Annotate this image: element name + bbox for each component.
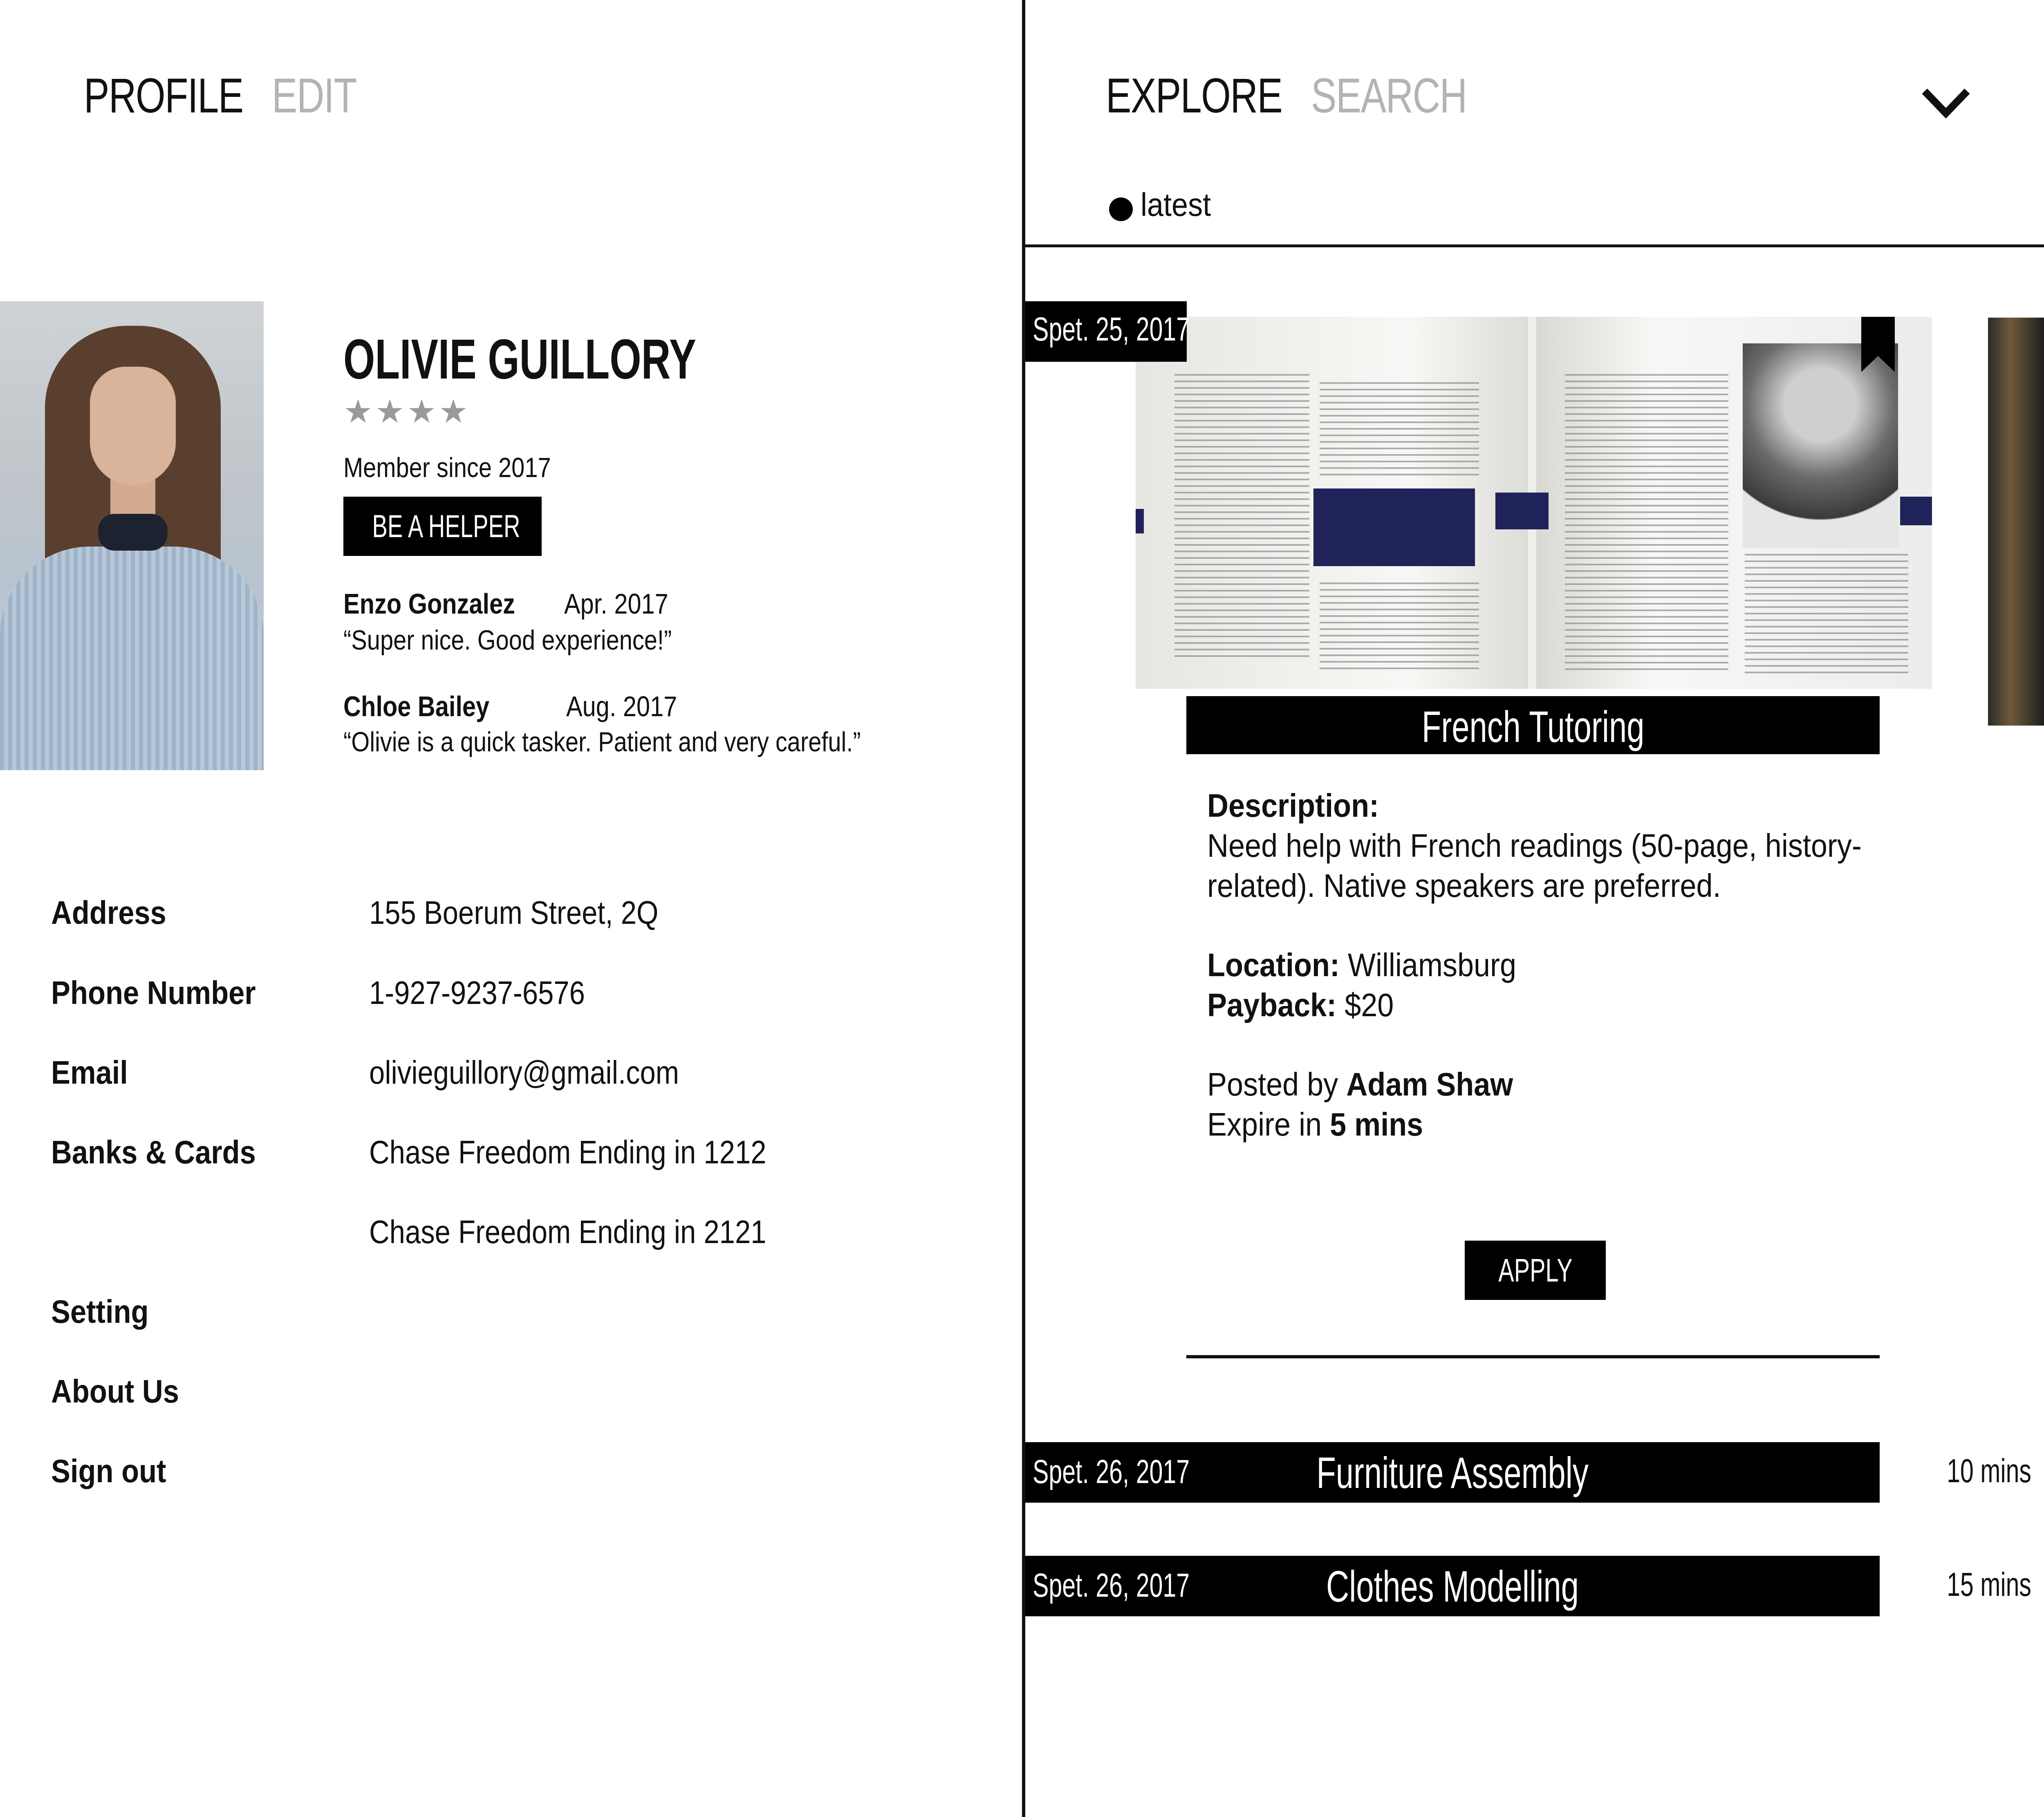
featured-date-tag: Spet. 25, 2017 — [1025, 301, 1190, 362]
member-since: Member since 2017 — [343, 452, 551, 483]
profile-name: OLIVIE GUILLORY — [343, 328, 696, 391]
latest-filter-dot-icon — [1109, 197, 1133, 221]
address-label: Address — [51, 894, 166, 931]
latest-filter[interactable]: latest — [1141, 186, 1211, 224]
task-title: Furniture Assembly — [1316, 1448, 1589, 1497]
bank-card-item[interactable]: Chase Freedom Ending in 1212 — [369, 1134, 766, 1171]
task-time-remaining: 15 mins — [1947, 1566, 2031, 1603]
be-a-helper-label: BE A HELPER — [372, 508, 520, 544]
tab-search[interactable]: SEARCH — [1311, 67, 1467, 124]
payback: Payback: $20 — [1207, 987, 1394, 1023]
featured-task-title: French Tutoring — [1421, 702, 1645, 751]
task-time-remaining: 10 mins — [1947, 1452, 2031, 1490]
apply-button[interactable]: APPLY — [1465, 1241, 1606, 1300]
task-item[interactable]: Spet. 26, 2017 Furniture Assembly — [1025, 1442, 1880, 1503]
featured-date: Spet. 25, 2017 — [1033, 311, 1190, 348]
phone-value: 1-927-9237-6576 — [369, 975, 585, 1011]
next-task-image[interactable] — [1988, 318, 2044, 726]
review-text: “Olivie is a quick tasker. Patient and v… — [343, 726, 861, 757]
address-value: 155 Boerum Street, 2Q — [369, 894, 659, 931]
location: Location: Williamsburg — [1207, 947, 1517, 983]
phone-label: Phone Number — [51, 975, 256, 1011]
menu-setting[interactable]: Setting — [51, 1293, 149, 1331]
card-divider — [1186, 1355, 1880, 1358]
description-text: related). Native speakers are preferred. — [1207, 867, 1721, 904]
bank-card-item[interactable]: Chase Freedom Ending in 2121 — [369, 1213, 766, 1251]
menu-sign-out[interactable]: Sign out — [51, 1452, 166, 1490]
featured-task-title-bar[interactable]: French Tutoring — [1186, 696, 1880, 754]
email-value: olivieguillory@gmail.com — [369, 1054, 679, 1091]
tab-explore[interactable]: EXPLORE — [1106, 67, 1283, 124]
profile-photo — [0, 301, 264, 770]
rating-stars-icon: ★★★★ — [343, 393, 471, 430]
posted-by: Posted by Adam Shaw — [1207, 1066, 1513, 1102]
description-text: Need help with French readings (50-page,… — [1207, 827, 1862, 864]
task-title: Clothes Modelling — [1326, 1562, 1579, 1611]
tab-edit[interactable]: EDIT — [272, 67, 357, 124]
review-author: Enzo Gonzalez — [343, 588, 515, 620]
apply-label: APPLY — [1498, 1252, 1573, 1288]
review-text: “Super nice. Good experience!” — [343, 625, 672, 656]
expire-in: Expire in 5 mins — [1207, 1106, 1423, 1143]
explore-header-rule — [1025, 244, 2044, 247]
chevron-down-icon[interactable] — [1921, 88, 1970, 121]
menu-about-us[interactable]: About Us — [51, 1373, 179, 1410]
email-label: Email — [51, 1054, 128, 1091]
review-date: Aug. 2017 — [566, 690, 677, 722]
be-a-helper-button[interactable]: BE A HELPER — [343, 497, 542, 556]
banks-cards-label: Banks & Cards — [51, 1134, 256, 1170]
tab-profile[interactable]: PROFILE — [84, 67, 244, 124]
task-item[interactable]: Spet. 26, 2017 Clothes Modelling — [1025, 1556, 1880, 1616]
review-author: Chloe Bailey — [343, 690, 490, 722]
review-date: Apr. 2017 — [564, 588, 668, 620]
panel-divider — [1022, 0, 1025, 1817]
description-label: Description: — [1207, 787, 1379, 824]
task-image — [1136, 317, 1932, 689]
